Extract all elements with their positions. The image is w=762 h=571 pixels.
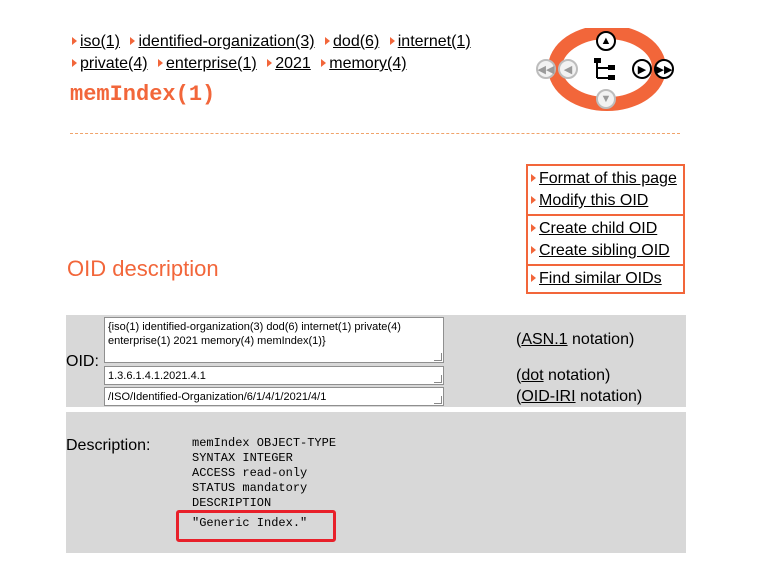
last-icon[interactable]: ▶▶ xyxy=(654,59,674,79)
description-label: Description: xyxy=(66,437,151,454)
parent-icon[interactable]: ▲ xyxy=(596,31,616,51)
arrow-icon xyxy=(72,59,77,67)
breadcrumb-identified-organization[interactable]: identified-organization(3) xyxy=(138,33,314,50)
section-heading: OID description xyxy=(67,256,219,281)
arrow-icon xyxy=(267,59,273,67)
breadcrumb-iso[interactable]: iso(1) xyxy=(80,33,120,50)
breadcrumb-memory[interactable]: memory(4) xyxy=(329,55,406,72)
description-text: memIndex OBJECT-TYPE SYNTAX INTEGER ACCE… xyxy=(192,436,337,510)
oid-iri-link[interactable]: OID-IRI xyxy=(521,388,575,405)
breadcrumb-dod[interactable]: dod(6) xyxy=(333,33,379,50)
oid-iri-field[interactable]: /ISO/Identified-Organization/6/1/4/1/202… xyxy=(104,387,444,406)
dot-notation-field[interactable]: 1.3.6.1.4.1.2021.4.1 xyxy=(104,366,444,385)
resize-grip-icon[interactable] xyxy=(434,375,442,383)
highlight-box xyxy=(176,510,336,542)
asn1-value: {iso(1) identified-organization(3) dod(6… xyxy=(108,321,401,347)
arrow-icon xyxy=(531,196,536,204)
previous-icon[interactable]: ◀ xyxy=(558,59,578,79)
arrow-icon xyxy=(531,246,536,254)
modify-oid-link[interactable]: Modify this OID xyxy=(539,192,648,209)
breadcrumb-private[interactable]: private(4) xyxy=(80,55,148,72)
resize-grip-icon[interactable] xyxy=(434,353,442,361)
oid-label: OID: xyxy=(66,353,99,370)
arrow-icon xyxy=(130,37,136,45)
oid-iri-notation-note: (OID-IRI notation) xyxy=(516,388,643,405)
breadcrumb-2021[interactable]: 2021 xyxy=(275,55,311,72)
divider xyxy=(70,133,680,134)
arrow-icon xyxy=(325,37,331,45)
tree-icon[interactable] xyxy=(592,56,620,82)
arrow-icon xyxy=(321,59,327,67)
create-sibling-oid-link[interactable]: Create sibling OID xyxy=(539,242,670,259)
next-icon[interactable]: ▶ xyxy=(632,59,652,79)
action-box: Format of this page Modify this OID Crea… xyxy=(526,164,685,294)
find-similar-oids-link[interactable]: Find similar OIDs xyxy=(539,270,662,287)
tree-structure-icon xyxy=(594,58,615,80)
resize-grip-icon[interactable] xyxy=(434,396,442,404)
dot-notation-note: (dot notation) xyxy=(516,367,611,384)
dot-value: 1.3.6.1.4.1.2021.4.1 xyxy=(108,370,206,382)
arrow-icon xyxy=(531,174,536,182)
oid-panel: OID: {iso(1) identified-organization(3) … xyxy=(66,315,686,407)
arrow-icon xyxy=(389,37,395,45)
first-icon[interactable]: ◀◀ xyxy=(536,59,556,79)
asn1-notation-field[interactable]: {iso(1) identified-organization(3) dod(6… xyxy=(104,317,444,363)
asn1-notation-note: (ASN.1 notation) xyxy=(516,331,635,348)
asn1-link[interactable]: ASN.1 xyxy=(521,331,567,348)
arrow-icon xyxy=(158,59,164,67)
breadcrumb-enterprise[interactable]: enterprise(1) xyxy=(166,55,257,72)
arrow-icon xyxy=(72,37,77,45)
create-child-oid-link[interactable]: Create child OID xyxy=(539,220,657,237)
description-panel: Description: memIndex OBJECT-TYPE SYNTAX… xyxy=(66,412,686,553)
page-title: memIndex(1) xyxy=(70,82,216,107)
breadcrumb-internet[interactable]: internet(1) xyxy=(398,33,471,50)
arrow-icon xyxy=(531,274,536,282)
breadcrumb: iso(1) identified-organization(3) dod(6)… xyxy=(70,31,510,75)
iri-value: /ISO/Identified-Organization/6/1/4/1/202… xyxy=(108,391,327,403)
format-page-link[interactable]: Format of this page xyxy=(539,170,677,187)
child-icon[interactable]: ▼ xyxy=(596,89,616,109)
oid-tree-navigator: ◀◀ ◀ ▲ ▶ ▶▶ ▼ xyxy=(530,28,682,112)
arrow-icon xyxy=(531,224,536,232)
dot-link[interactable]: dot xyxy=(521,367,543,384)
